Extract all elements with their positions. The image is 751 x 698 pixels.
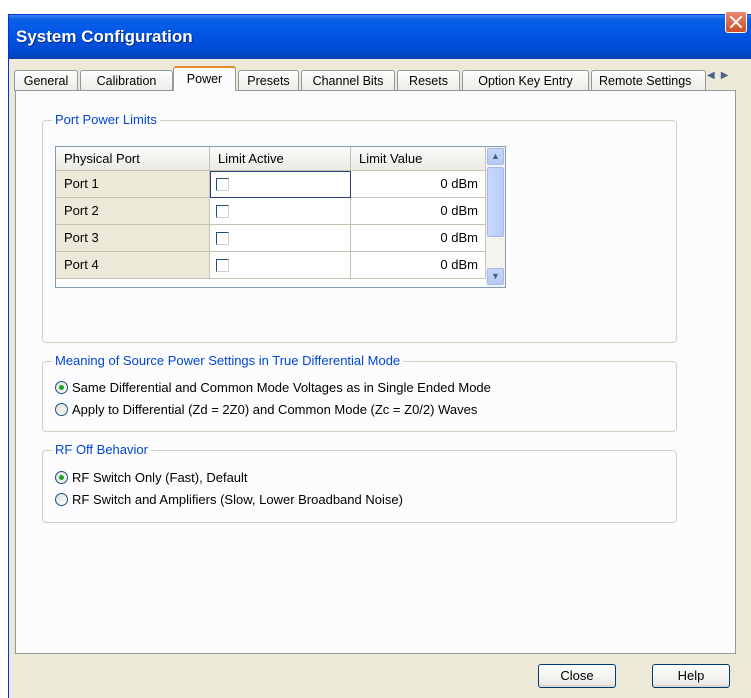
tab-presets[interactable]: Presets <box>238 70 299 91</box>
limit-value-cell[interactable]: 0 dBm <box>351 171 486 198</box>
radio-button[interactable] <box>55 403 68 416</box>
tab-label: Resets <box>409 74 448 88</box>
port-cell: Port 3 <box>56 225 210 252</box>
window-title: System Configuration <box>16 27 193 46</box>
radio-label: Apply to Differential (Zd = 2Z0) and Com… <box>72 402 478 417</box>
tab-resets[interactable]: Resets <box>397 70 460 91</box>
tab-remote-settings[interactable]: Remote Settings <box>591 70 706 91</box>
scroll-thumb[interactable] <box>487 167 504 237</box>
limit-active-cell[interactable] <box>210 225 351 252</box>
column-header[interactable]: Physical Port <box>56 147 210 171</box>
close-window-icon[interactable] <box>725 11 747 33</box>
scroll-up-icon[interactable]: ▲ <box>487 148 504 165</box>
column-header[interactable]: Limit Value <box>351 147 486 171</box>
radio-button[interactable] <box>55 493 68 506</box>
scroll-down-icon[interactable]: ▼ <box>487 268 504 285</box>
tab-label: Option Key Entry <box>478 74 573 88</box>
tab-label: Presets <box>247 74 290 88</box>
tab-option-key-entry[interactable]: Option Key Entry <box>462 70 589 91</box>
radio-label: RF Switch Only (Fast), Default <box>72 470 248 485</box>
left-arrow-icon[interactable]: ◀ <box>707 70 721 81</box>
title-bar[interactable]: System Configuration <box>9 15 751 59</box>
limit-active-checkbox[interactable] <box>216 205 229 218</box>
right-arrow-icon[interactable]: ▶ <box>721 70 735 81</box>
limit-active-checkbox[interactable] <box>216 259 229 272</box>
tab-label: Power <box>186 72 223 86</box>
tab-label: Channel Bits <box>312 74 384 88</box>
group-label: Meaning of Source Power Settings in True… <box>52 353 404 368</box>
radio-label: RF Switch and Amplifiers (Slow, Lower Br… <box>72 492 403 507</box>
group-label: Port Power Limits <box>52 112 160 127</box>
radio-button[interactable] <box>55 381 68 394</box>
column-header[interactable]: Limit Active <box>210 147 351 171</box>
limit-value-cell[interactable]: 0 dBm <box>351 198 486 225</box>
group-label: RF Off Behavior <box>52 442 151 457</box>
limit-active-checkbox[interactable] <box>216 178 229 191</box>
limit-active-cell[interactable] <box>210 171 351 198</box>
tab-calibration[interactable]: Calibration <box>80 70 173 91</box>
close-button[interactable]: Close <box>538 664 616 688</box>
port-cell: Port 2 <box>56 198 210 225</box>
limit-value-cell[interactable]: 0 dBm <box>351 252 486 279</box>
radio-label: Same Differential and Common Mode Voltag… <box>72 380 491 395</box>
limit-active-cell[interactable] <box>210 198 351 225</box>
limit-active-checkbox[interactable] <box>216 232 229 245</box>
tab-channel-bits[interactable]: Channel Bits <box>301 70 395 91</box>
port-power-table[interactable]: Physical Port Limit Active Limit Value P… <box>55 146 506 288</box>
table-vertical-scrollbar[interactable]: ▲ ▼ <box>486 147 505 287</box>
port-cell: Port 4 <box>56 252 210 279</box>
tab-power[interactable]: Power <box>173 66 236 91</box>
radio-button[interactable] <box>55 471 68 484</box>
tab-label: Remote Settings <box>599 74 692 88</box>
tab-scroll-buttons[interactable]: ◀▶ <box>707 70 743 88</box>
port-cell: Port 1 <box>56 171 210 198</box>
limit-active-cell[interactable] <box>210 252 351 279</box>
tab-label: General <box>23 74 69 88</box>
limit-value-cell[interactable]: 0 dBm <box>351 225 486 252</box>
tab-general[interactable]: General <box>14 70 78 91</box>
tab-label: Calibration <box>96 74 157 88</box>
help-button[interactable]: Help <box>652 664 730 688</box>
